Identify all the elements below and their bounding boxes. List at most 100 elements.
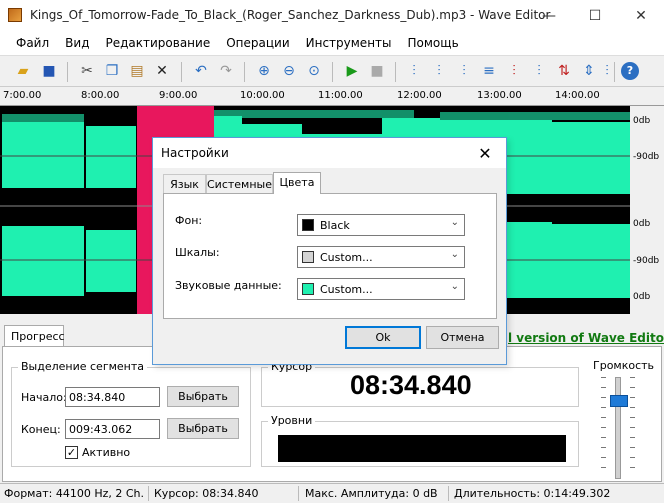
levels-group: Уровни — [261, 414, 579, 467]
ruler-tick-label: 12:00.00 — [397, 90, 442, 101]
status-max-amplitude: Макс. Амплитуда: 0 dB — [305, 487, 438, 500]
tab-system[interactable]: Системные — [206, 174, 273, 193]
db-label: 0db — [633, 116, 651, 126]
status-duration: Длительность: 0:14:49.302 — [454, 487, 611, 500]
toolbar: ▰ ■ ✂ ❐ ▤ ✕ ↶ ↷ ⊕ ⊖ ⊙ ▶ ■ ⫶ ⫶ ⫶ ≡ ⫶ ⫶ ⇅ … — [0, 55, 664, 87]
dialog-title: Настройки — [161, 146, 229, 160]
ruler-tick-label: 13:00.00 — [477, 90, 522, 101]
volume-ticks — [601, 377, 606, 477]
ruler-tick-label: 14:00.00 — [555, 90, 600, 101]
audio-data-label: Звуковые данные: — [175, 279, 282, 292]
reverse-icon[interactable]: ⇅ — [555, 62, 573, 80]
fade-out-icon[interactable]: ⫶ — [430, 62, 448, 80]
volume-slider-thumb[interactable] — [610, 395, 628, 407]
select-start-button[interactable]: Выбрать — [167, 386, 239, 407]
tab-colors[interactable]: Цвета — [273, 172, 321, 194]
ruler-tick-label: 9:00.00 — [159, 90, 198, 101]
ok-button[interactable]: Ok — [345, 326, 421, 349]
ruler-tick-label: 7:00.00 — [3, 90, 42, 101]
fade-in-icon[interactable]: ⫶ — [405, 62, 423, 80]
redo-icon[interactable]: ↷ — [217, 62, 235, 80]
scales-color-select[interactable]: Custom... ⌄ — [297, 246, 465, 268]
chevron-down-icon: ⌄ — [450, 281, 459, 292]
start-label: Начало: — [21, 391, 67, 404]
chevron-down-icon: ⌄ — [450, 249, 459, 260]
cursor-group: Курсор 08:34.840 — [261, 360, 579, 407]
cut-icon[interactable]: ✂ — [78, 62, 96, 80]
zoom-in-icon[interactable]: ⊕ — [255, 62, 273, 80]
audio-data-color-value: Custom... — [320, 283, 373, 296]
app-icon — [8, 8, 22, 22]
chevron-down-icon: ⌄ — [450, 217, 459, 228]
window-title: Kings_Of_Tomorrow-Fade_To_Black_(Roger_S… — [30, 8, 551, 22]
dialog-title-bar: Настройки ✕ — [153, 138, 506, 168]
end-field[interactable]: 009:43.062 — [65, 419, 160, 439]
help-icon[interactable]: ? — [621, 62, 639, 80]
invert-icon[interactable]: ⇕ — [580, 62, 598, 80]
normalize-icon[interactable]: ⫶ — [455, 62, 473, 80]
volume-ticks — [630, 377, 635, 477]
start-field[interactable]: 08:34.840 — [65, 387, 160, 407]
stop-icon[interactable]: ■ — [368, 62, 386, 80]
dialog-close-icon[interactable]: ✕ — [475, 143, 495, 163]
menu-view[interactable]: Вид — [57, 36, 97, 50]
menu-file[interactable]: Файл — [8, 36, 57, 50]
end-label: Конец: — [21, 423, 61, 436]
select-end-button[interactable]: Выбрать — [167, 418, 239, 439]
db-label: 0db — [633, 292, 651, 302]
menu-bar: Файл Вид Редактирование Операции Инструм… — [0, 31, 664, 55]
copy-icon[interactable]: ❐ — [103, 62, 121, 80]
cancel-button[interactable]: Отмена — [426, 326, 499, 349]
menu-help[interactable]: Помощь — [400, 36, 467, 50]
settings-dialog: Настройки ✕ Язык Системные Цвета Фон: Bl… — [152, 137, 507, 365]
ruler-tick-label: 8:00.00 — [81, 90, 120, 101]
undo-icon[interactable]: ↶ — [192, 62, 210, 80]
delete-icon[interactable]: ✕ — [153, 62, 171, 80]
mute-icon[interactable]: ⫶ — [505, 62, 523, 80]
background-label: Фон: — [175, 214, 203, 227]
active-label: Активно — [82, 446, 131, 459]
tab-progress[interactable]: Прогресс — [4, 325, 65, 347]
scales-color-value: Custom... — [320, 251, 373, 264]
close-button[interactable]: ✕ — [618, 0, 664, 31]
level-meter — [278, 435, 566, 462]
save-icon[interactable]: ■ — [40, 62, 58, 80]
ruler-tick-label: 11:00.00 — [318, 90, 363, 101]
active-checkbox[interactable]: ✓ — [65, 446, 78, 459]
open-icon[interactable]: ▰ — [14, 62, 32, 80]
minimize-button[interactable]: — — [526, 0, 572, 31]
color-swatch — [302, 251, 314, 263]
zoom-out-icon[interactable]: ⊖ — [280, 62, 298, 80]
db-label: -90db — [633, 256, 660, 266]
menu-operations[interactable]: Операции — [218, 36, 297, 50]
color-swatch — [302, 283, 314, 295]
title-bar: Kings_Of_Tomorrow-Fade_To_Black_(Roger_S… — [0, 0, 664, 31]
zoom-fit-icon[interactable]: ⊙ — [305, 62, 323, 80]
menu-tools[interactable]: Инструменты — [298, 36, 400, 50]
tab-language[interactable]: Язык — [163, 174, 206, 193]
scales-label: Шкалы: — [175, 246, 220, 259]
status-bar: Формат: 44100 Hz, 2 Ch. Курсор: 08:34.84… — [0, 483, 664, 503]
color-swatch — [302, 219, 314, 231]
background-color-value: Black — [320, 219, 350, 232]
time-ruler[interactable]: 7:00.00 8:00.00 9:00.00 10:00.00 11:00.0… — [0, 88, 664, 106]
volume-track — [615, 377, 621, 479]
selection-group: Выделение сегмента Начало: 08:34.840 Выб… — [11, 360, 251, 467]
volume-label: Громкость — [593, 359, 655, 372]
menu-edit[interactable]: Редактирование — [97, 36, 218, 50]
play-icon[interactable]: ▶ — [343, 62, 361, 80]
status-format: Формат: 44100 Hz, 2 Ch. — [4, 487, 145, 500]
cursor-time-display: 08:34.840 — [350, 370, 472, 400]
selection-group-title: Выделение сегмента — [18, 360, 148, 373]
paste-icon[interactable]: ▤ — [128, 62, 146, 80]
maximize-button[interactable]: ☐ — [572, 0, 618, 31]
audio-data-color-select[interactable]: Custom... ⌄ — [297, 278, 465, 300]
ruler-tick-label: 10:00.00 — [240, 90, 285, 101]
db-label: -90db — [633, 152, 660, 162]
silence-icon[interactable]: ≡ — [480, 62, 498, 80]
colors-page: Фон: Black ⌄ Шкалы: Custom... ⌄ Звуковые… — [163, 193, 497, 319]
echo-icon[interactable]: ⫶ — [530, 62, 548, 80]
db-scale: 0db -90db 0db -90db 0db — [630, 106, 664, 314]
promo-link[interactable]: l version of Wave Editor! — [508, 331, 664, 345]
background-color-select[interactable]: Black ⌄ — [297, 214, 465, 236]
